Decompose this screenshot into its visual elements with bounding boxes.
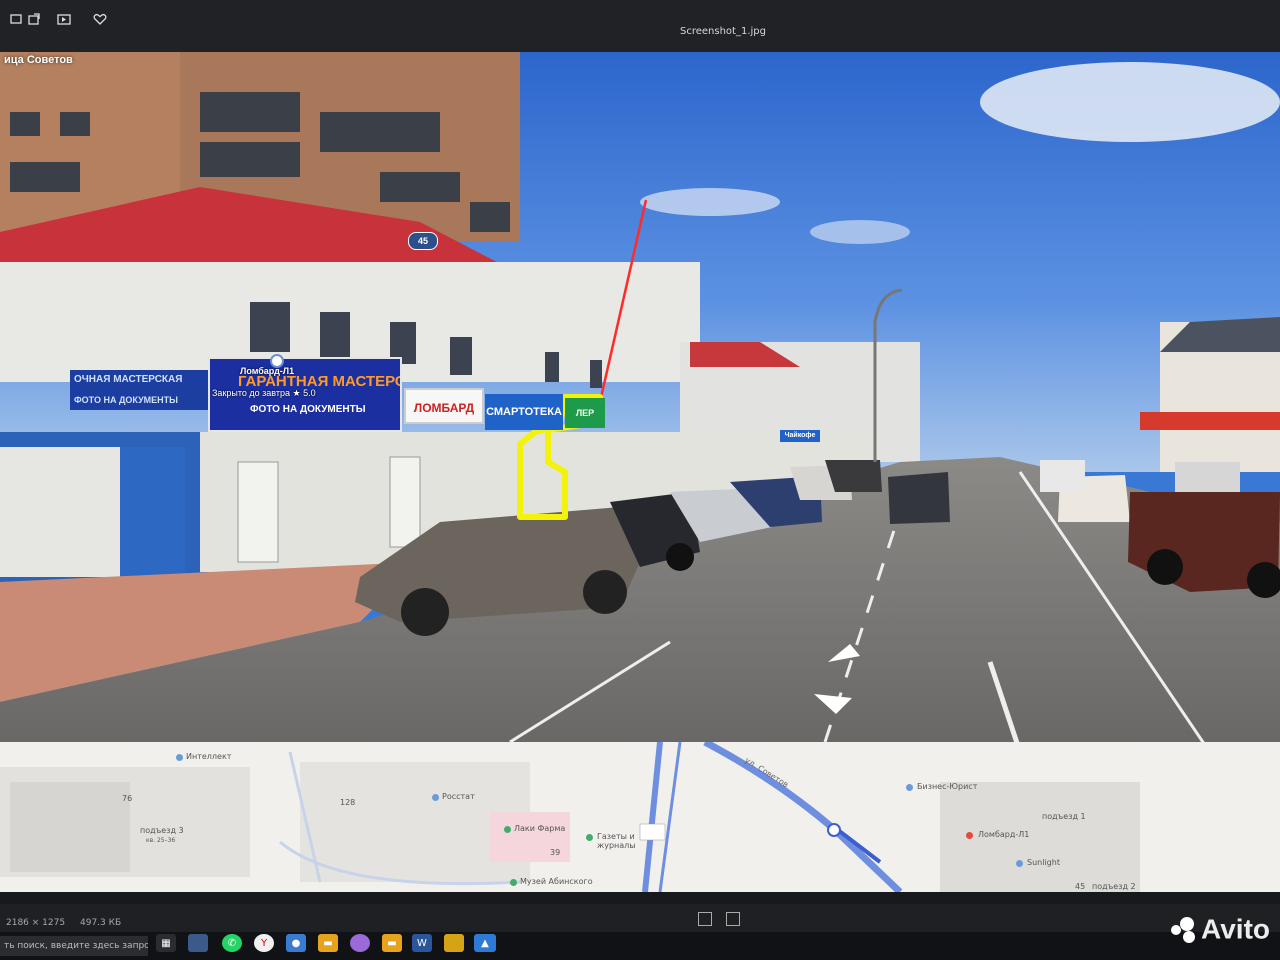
sign-workshop-left-title: ОЧНАЯ МАСТЕРСКАЯ — [74, 374, 183, 385]
share-icon[interactable] — [24, 10, 44, 28]
house-number-badge[interactable]: 45 — [408, 232, 438, 250]
app-icon-1[interactable] — [188, 934, 208, 952]
sign-workshop-sub: ФОТО НА ДОКУМЕНТЫ — [250, 404, 366, 415]
app-icon-2[interactable] — [350, 934, 370, 952]
map-house-76: 76 — [122, 794, 133, 803]
sign-lombard: ЛОМБАРД — [404, 388, 484, 424]
poi-pharmacy-icon — [504, 826, 511, 833]
photos-icon[interactable]: ▲ — [474, 934, 496, 952]
avito-wordmark: Avito — [1201, 914, 1270, 945]
map-label-lombard: Ломбард-Л1 — [978, 830, 1030, 839]
street-name-overlay: ица Советов — [4, 54, 73, 66]
sign-green: ЛЕР — [565, 398, 605, 428]
poi-intellekt-icon — [176, 754, 183, 761]
poi-rosstat-icon — [432, 794, 439, 801]
image-dimensions: 2186 × 1275 — [6, 918, 66, 928]
sign-smartoteka: СМАРТОТЕКА — [485, 394, 563, 430]
place-card-name: Ломбард-Л1 — [240, 366, 295, 376]
viewer-statusbar: 2186 × 1275 497.3 КБ — [0, 904, 1280, 932]
map-label-podezd1: подъезд 1 — [1042, 812, 1086, 821]
poi-sunlight-icon — [1016, 860, 1023, 867]
map-position-marker — [827, 823, 841, 837]
file-explorer-icon[interactable]: ▬ — [382, 934, 402, 952]
people-icon[interactable]: ● — [286, 934, 306, 952]
map-label-muzey: Музей Абинского — [520, 877, 593, 886]
avito-logo-icon — [1171, 917, 1197, 943]
yandex-browser-icon[interactable]: Y — [254, 934, 274, 952]
map-label-kv: кв. 25–36 — [146, 837, 176, 844]
slideshow-icon[interactable] — [54, 10, 74, 28]
map-label-intellekt: Интеллект — [186, 752, 232, 761]
poi-lombard-icon — [966, 832, 973, 839]
map-house-39: 39 — [550, 848, 561, 857]
avito-watermark: Avito — [1171, 912, 1270, 946]
map-label-sunlight: Sunlight — [1027, 858, 1060, 867]
sign-workshop-left: ОЧНАЯ МАСТЕРСКАЯ ФОТО НА ДОКУМЕНТЫ — [70, 370, 214, 410]
street-view-image[interactable]: ица Советов 45 ОЧНАЯ МАСТЕРСКАЯ ФОТО НА … — [0, 52, 1280, 742]
map-house-45: 45 — [1075, 882, 1086, 891]
poi-museum-icon — [510, 879, 517, 886]
poi-newsstand-icon — [586, 834, 593, 841]
map-canvas — [0, 742, 1140, 892]
map-label-podezd2: подъезд 2 — [1092, 882, 1136, 891]
place-card-rating: ★ 5.0 — [292, 388, 316, 398]
sign-workshop-left-sub: ФОТО НА ДОКУМЕНТЫ — [74, 395, 178, 405]
window-title: Screenshot_1.jpg — [680, 26, 766, 37]
map-label-biznes-yurist: Бизнес-Юрист — [917, 782, 978, 791]
place-pin-icon — [270, 354, 284, 368]
task-view-icon[interactable]: ▦ — [156, 934, 176, 952]
map-house-128: 128 — [340, 798, 356, 807]
map-label-gazety: Газеты и журналы — [597, 832, 636, 850]
heart-icon[interactable] — [90, 10, 110, 28]
place-card[interactable]: Ломбард-Л1 Закрыто до завтра ★ 5.0 — [212, 354, 362, 399]
monitor-frame: Screenshot_1.jpg ица Советов 45 ОЧНАЯ МА… — [0, 0, 1280, 960]
fit-icon[interactable] — [698, 912, 712, 926]
rotate-icon[interactable] — [6, 10, 26, 28]
poi-business-icon — [906, 784, 913, 791]
whatsapp-icon[interactable]: ✆ — [222, 934, 242, 952]
folder-icon[interactable]: ▬ — [318, 934, 338, 952]
map-label-podezd3: подъезд 3 — [140, 826, 184, 835]
sign-cafe: Чайкофе — [780, 430, 820, 442]
map-panel[interactable]: Интеллект Росстат Лаки Фарма Газеты и жу… — [0, 742, 1280, 892]
taskbar-search-box[interactable]: ть поиск, введите здесь запрос — [0, 936, 148, 956]
app-icon-3[interactable] — [444, 934, 464, 952]
viewer-titlebar: Screenshot_1.jpg — [0, 0, 1280, 52]
word-icon[interactable]: W — [412, 934, 432, 952]
map-label-laki-farma: Лаки Фарма — [514, 824, 566, 833]
image-filesize: 497.3 КБ — [80, 918, 122, 928]
place-card-status: Закрыто до завтра — [212, 388, 290, 398]
map-label-rosstat: Росстат — [442, 792, 475, 801]
fullscreen-icon[interactable] — [726, 912, 740, 926]
